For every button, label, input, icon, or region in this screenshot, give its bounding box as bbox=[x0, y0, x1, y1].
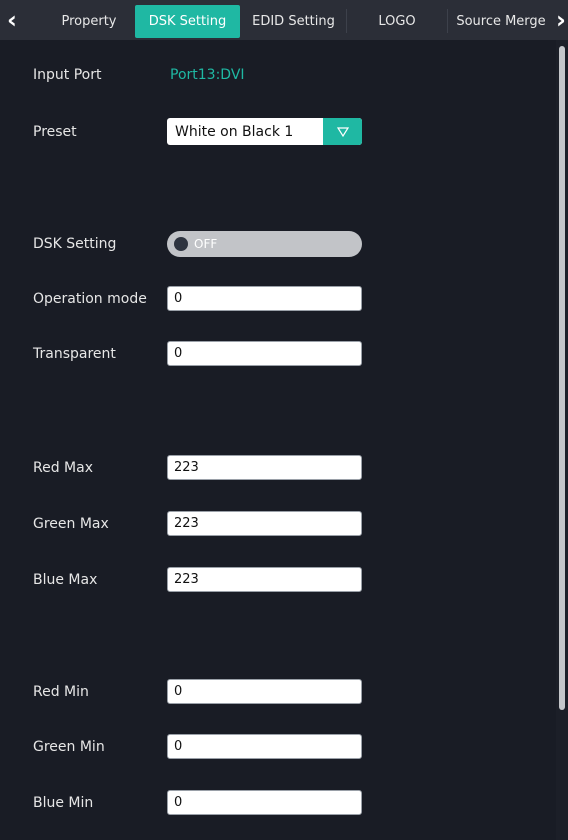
tab-label: Property bbox=[61, 14, 117, 29]
preset-select[interactable]: White on Black 1 bbox=[167, 118, 362, 145]
tab-label: EDID Setting bbox=[252, 14, 335, 29]
dsk-settings-window: ‹ Property DSK Setting EDID Setting LOGO… bbox=[0, 0, 568, 840]
green-max-label: Green Max bbox=[33, 516, 109, 532]
red-max-row: Red Max bbox=[0, 453, 556, 483]
dsk-toggle[interactable]: OFF bbox=[167, 231, 362, 257]
transparent-label: Transparent bbox=[33, 346, 116, 362]
toggle-knob bbox=[174, 237, 188, 251]
blue-max-field[interactable] bbox=[167, 567, 362, 592]
tab-source-merge[interactable]: Source Merge bbox=[448, 5, 554, 38]
tab-label: DSK Setting bbox=[148, 14, 227, 29]
settings-panel: Input Port Port13:DVI Preset White on Bl… bbox=[0, 40, 556, 840]
dropdown-button[interactable] bbox=[323, 118, 362, 145]
green-max-field[interactable] bbox=[167, 511, 362, 536]
blue-min-field[interactable] bbox=[167, 790, 362, 815]
transparent-field[interactable] bbox=[167, 341, 362, 366]
transparent-row: Transparent bbox=[0, 339, 556, 369]
red-min-field[interactable] bbox=[167, 679, 362, 704]
input-port-value: Port13:DVI bbox=[170, 67, 245, 83]
dsk-setting-label: DSK Setting bbox=[33, 236, 117, 252]
input-port-label: Input Port bbox=[33, 67, 102, 83]
green-max-row: Green Max bbox=[0, 509, 556, 539]
blue-min-row: Blue Min bbox=[0, 788, 556, 818]
blue-min-label: Blue Min bbox=[33, 795, 94, 811]
green-min-label: Green Min bbox=[33, 739, 105, 755]
tab-bar: ‹ Property DSK Setting EDID Setting LOGO… bbox=[0, 0, 568, 40]
tab-edid-setting[interactable]: EDID Setting bbox=[241, 5, 346, 38]
tab-logo[interactable]: LOGO bbox=[347, 5, 447, 38]
tab-label: LOGO bbox=[378, 14, 416, 29]
red-min-row: Red Min bbox=[0, 677, 556, 707]
operation-mode-field[interactable] bbox=[167, 286, 362, 311]
tab-dsk-setting[interactable]: DSK Setting bbox=[135, 5, 240, 38]
operation-mode-row: Operation mode bbox=[0, 284, 556, 314]
input-port-row: Input Port Port13:DVI bbox=[0, 60, 556, 90]
chevron-right-icon[interactable]: › bbox=[554, 0, 568, 40]
dsk-setting-row: DSK Setting OFF bbox=[0, 229, 556, 259]
green-min-field[interactable] bbox=[167, 734, 362, 759]
tab-label: Source Merge bbox=[456, 14, 546, 29]
scrollbar-thumb[interactable] bbox=[559, 46, 565, 710]
red-max-label: Red Max bbox=[33, 460, 93, 476]
toggle-state-label: OFF bbox=[194, 237, 218, 251]
triangle-down-icon bbox=[336, 126, 349, 137]
green-min-row: Green Min bbox=[0, 732, 556, 762]
preset-label: Preset bbox=[33, 124, 77, 140]
preset-selected-value: White on Black 1 bbox=[175, 123, 294, 140]
red-min-label: Red Min bbox=[33, 684, 89, 700]
blue-max-label: Blue Max bbox=[33, 572, 98, 588]
operation-mode-label: Operation mode bbox=[33, 291, 147, 307]
blue-max-row: Blue Max bbox=[0, 565, 556, 595]
chevron-left-icon[interactable]: ‹ bbox=[0, 0, 24, 40]
preset-row: Preset White on Black 1 bbox=[0, 117, 556, 147]
red-max-field[interactable] bbox=[167, 455, 362, 480]
tab-property[interactable]: Property bbox=[44, 5, 134, 38]
